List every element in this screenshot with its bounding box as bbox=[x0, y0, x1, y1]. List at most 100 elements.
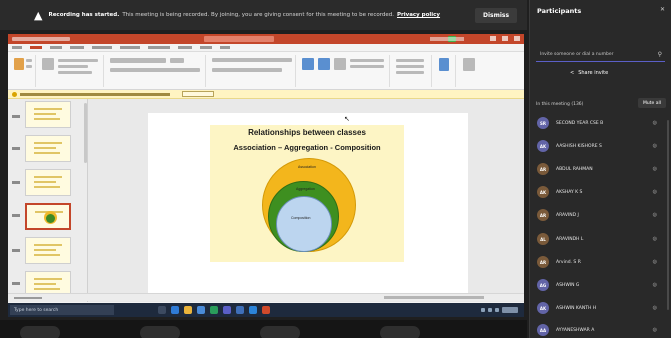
mute-all-button[interactable]: Mute all bbox=[638, 98, 666, 108]
ppt-status-bar bbox=[8, 293, 524, 301]
network-icon[interactable] bbox=[481, 308, 485, 312]
tab-insert[interactable] bbox=[50, 46, 62, 49]
volume-icon[interactable] bbox=[488, 308, 492, 312]
video-tile[interactable] bbox=[260, 326, 300, 338]
slide-thumbnails-pane bbox=[8, 99, 88, 302]
shape-fill-button[interactable] bbox=[350, 59, 384, 62]
aggregation-label: Aggregation bbox=[296, 187, 315, 191]
outlook-icon[interactable] bbox=[249, 306, 257, 314]
in-meeting-section-header[interactable]: In this meeting (136) Mute all bbox=[536, 98, 666, 108]
participant-row[interactable]: AK AKSHAY K S ◎ bbox=[537, 185, 667, 199]
share-invite-button[interactable]: < Share invite bbox=[570, 70, 608, 76]
tab-transitions[interactable] bbox=[92, 46, 112, 49]
participant-row[interactable]: AA AYYANESHWAR A ◎ bbox=[537, 323, 667, 337]
participant-row[interactable]: AK AASHISH KISHORE S ◎ bbox=[537, 139, 667, 153]
thumbnails-scrollbar[interactable] bbox=[84, 103, 87, 163]
font-family-select[interactable] bbox=[110, 58, 166, 63]
tab-design[interactable] bbox=[70, 46, 84, 49]
window-controls bbox=[490, 36, 520, 41]
participant-row[interactable]: AR ARAVIND J ◎ bbox=[537, 208, 667, 222]
mic-off-icon: ◎ bbox=[652, 236, 657, 242]
participant-name: ASHWIN KANTH H bbox=[556, 305, 597, 311]
battery-icon[interactable] bbox=[495, 308, 499, 312]
privacy-policy-link[interactable]: Privacy policy bbox=[397, 12, 440, 18]
quick-styles-icon[interactable] bbox=[334, 58, 346, 70]
dismiss-button[interactable]: Dismiss bbox=[475, 8, 517, 23]
taskbar-search-placeholder: Type here to search bbox=[14, 307, 59, 313]
new-slide-icon[interactable] bbox=[42, 58, 54, 70]
slide-number bbox=[12, 214, 20, 217]
find-button[interactable] bbox=[396, 59, 424, 62]
slide-thumbnail[interactable] bbox=[25, 135, 71, 162]
paste-icon[interactable] bbox=[14, 58, 24, 70]
avatar: SR bbox=[537, 117, 549, 129]
file-explorer-icon[interactable] bbox=[184, 306, 192, 314]
maximize-icon[interactable] bbox=[502, 36, 508, 41]
word-icon[interactable] bbox=[236, 306, 244, 314]
tab-slide-show[interactable] bbox=[148, 46, 170, 49]
teams-icon[interactable] bbox=[223, 306, 231, 314]
invite-placeholder: Invite someone or dial a number bbox=[540, 52, 614, 57]
powerpoint-icon[interactable] bbox=[262, 306, 270, 314]
enable-content-button[interactable] bbox=[182, 91, 214, 97]
dictate-icon[interactable] bbox=[439, 58, 449, 71]
close-icon[interactable]: ✕ bbox=[660, 6, 665, 13]
select-button[interactable] bbox=[396, 71, 424, 74]
shape-outline-button[interactable] bbox=[350, 65, 384, 68]
arrange-icon[interactable] bbox=[318, 58, 330, 70]
quick-access-toolbar[interactable] bbox=[12, 37, 70, 41]
participant-row[interactable]: AR Arvind. S R ◎ bbox=[537, 255, 667, 269]
video-tile[interactable] bbox=[140, 326, 180, 338]
tab-review[interactable] bbox=[178, 46, 192, 49]
participants-scrollbar[interactable] bbox=[667, 120, 669, 310]
participant-row[interactable]: AK ASHWIN KANTH H ◎ bbox=[537, 301, 667, 315]
alignment-buttons[interactable] bbox=[212, 68, 282, 72]
editing-group bbox=[392, 55, 432, 87]
reset-button[interactable] bbox=[58, 65, 88, 68]
taskbar-search[interactable]: Type here to search bbox=[10, 305, 114, 315]
store-icon[interactable] bbox=[197, 306, 205, 314]
close-icon[interactable] bbox=[514, 36, 520, 41]
replace-button[interactable] bbox=[396, 65, 424, 68]
edge-icon[interactable] bbox=[171, 306, 179, 314]
cut-icon[interactable] bbox=[26, 59, 32, 62]
tab-help[interactable] bbox=[220, 46, 230, 49]
font-size-select[interactable] bbox=[170, 58, 184, 63]
section-button[interactable] bbox=[58, 71, 92, 74]
minimize-icon[interactable] bbox=[490, 36, 496, 41]
view-zoom-controls[interactable] bbox=[384, 296, 484, 299]
invite-search-field[interactable]: Invite someone or dial a number ⚲ bbox=[536, 48, 665, 62]
tab-view[interactable] bbox=[200, 46, 212, 49]
participant-row[interactable]: AL ARAVINDH L ◎ bbox=[537, 232, 667, 246]
slide-number bbox=[12, 282, 20, 285]
tab-animations[interactable] bbox=[120, 46, 140, 49]
video-tile[interactable] bbox=[380, 326, 420, 338]
slide-thumbnail[interactable] bbox=[25, 101, 71, 128]
list-buttons[interactable] bbox=[212, 58, 292, 62]
layout-button[interactable] bbox=[58, 59, 98, 62]
participant-name: AKSHAY K S bbox=[556, 189, 583, 195]
participant-row[interactable]: AG ASHWIN G ◎ bbox=[537, 278, 667, 292]
task-view-icon[interactable] bbox=[158, 306, 166, 314]
tab-file[interactable] bbox=[12, 46, 22, 49]
design-ideas-icon[interactable] bbox=[463, 58, 475, 71]
ppt-search-box[interactable] bbox=[204, 36, 274, 42]
clipboard-group bbox=[10, 55, 36, 87]
taskbar-apps bbox=[158, 306, 270, 314]
slides-group bbox=[38, 55, 104, 87]
tab-home[interactable] bbox=[30, 46, 42, 49]
avatar: AA bbox=[537, 324, 549, 336]
ribbon-tabs bbox=[8, 44, 524, 52]
font-format-buttons[interactable] bbox=[110, 68, 200, 72]
slide-thumbnail[interactable] bbox=[25, 169, 71, 196]
copy-icon[interactable] bbox=[26, 65, 32, 68]
current-slide[interactable]: Relationships between classes Associatio… bbox=[148, 113, 468, 297]
shapes-icon[interactable] bbox=[302, 58, 314, 70]
participant-row[interactable]: AR ABDUL RAHMAN ◎ bbox=[537, 162, 667, 176]
video-tile[interactable] bbox=[20, 326, 60, 338]
slide-thumbnail[interactable] bbox=[25, 237, 71, 264]
slide-thumbnail-selected[interactable] bbox=[25, 203, 71, 230]
excel-icon[interactable] bbox=[210, 306, 218, 314]
clock[interactable] bbox=[502, 307, 518, 313]
participant-row[interactable]: SR SECOND YEAR CSE B ◎ bbox=[537, 116, 667, 130]
